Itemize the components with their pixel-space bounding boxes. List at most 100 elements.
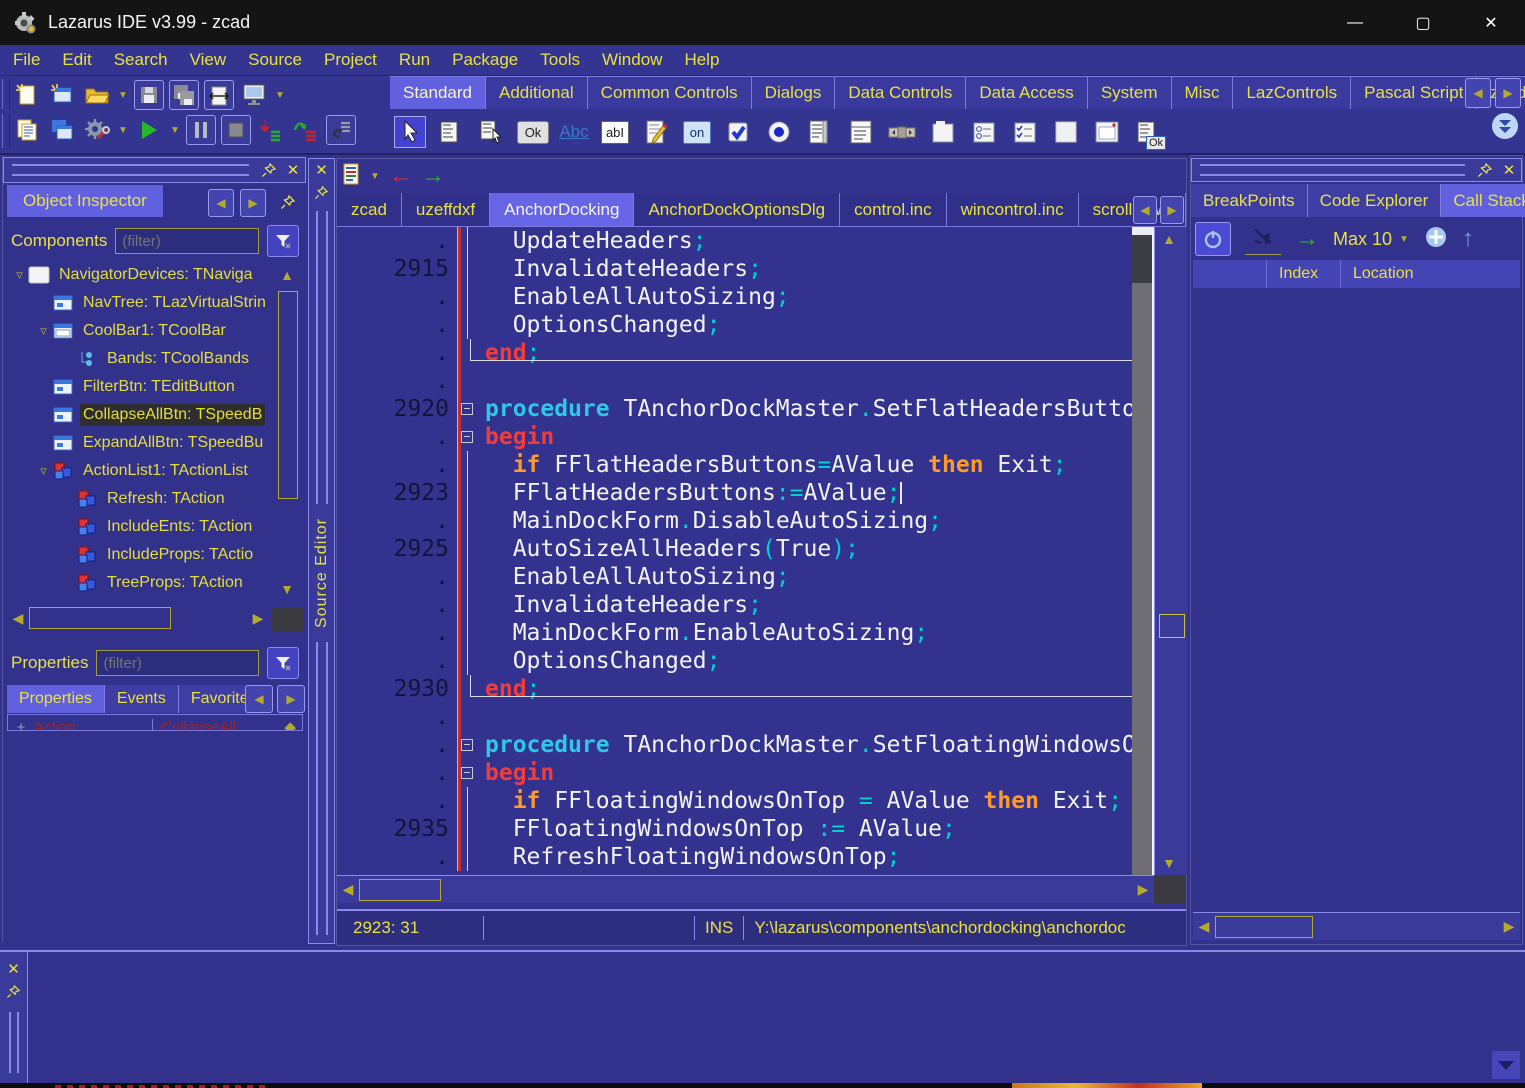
palette-tab[interactable]: System	[1088, 76, 1172, 109]
close-icon[interactable]: ✕	[310, 159, 334, 181]
code-line[interactable]: . OptionsChanged;	[337, 647, 1132, 675]
menu-item[interactable]: Project	[313, 45, 388, 75]
oi-forward-button[interactable]: ▶	[240, 189, 266, 217]
expand-icon[interactable]: ▿	[35, 323, 52, 339]
tree-item[interactable]: IncludeEnts: TAction	[5, 513, 304, 541]
debug-tab[interactable]: BreakPoints	[1191, 184, 1308, 217]
unit-list-icon[interactable]	[341, 162, 361, 191]
tactionlist-palette-button[interactable]: Ok	[1132, 116, 1164, 148]
toolbar-grip[interactable]	[2, 79, 10, 109]
code-line[interactable]: 2925 AutoSizeAllHeaders(True);	[337, 535, 1132, 563]
tpanel-palette-button[interactable]	[1050, 116, 1082, 148]
oi-back-button[interactable]: ◀	[208, 189, 234, 217]
close-icon[interactable]: ✕	[1497, 159, 1521, 181]
new-unit-button[interactable]	[12, 80, 42, 110]
pin-icon[interactable]	[257, 159, 281, 181]
bottom-panel-dock-header[interactable]: ✕	[0, 952, 28, 1083]
pin-icon[interactable]	[1473, 159, 1497, 181]
menu-item[interactable]: Tools	[529, 45, 591, 75]
tree-horizontal-scrollbar[interactable]: ◀ ▶	[7, 605, 269, 631]
menu-item[interactable]: View	[179, 45, 238, 75]
view-forms-button[interactable]	[47, 115, 77, 145]
cursor-palette-button[interactable]	[394, 116, 426, 148]
code-line[interactable]: . MainDockForm.EnableAutoSizing;	[337, 619, 1132, 647]
code-line[interactable]: . EnableAllAutoSizing;	[337, 563, 1132, 591]
up-arrow-icon[interactable]: ↑	[1462, 225, 1474, 253]
tabs-scroll-left-button[interactable]: ◀	[1133, 196, 1157, 224]
tree-item[interactable]: ▿ActionList1: TActionList	[5, 457, 304, 485]
step-over-button[interactable]	[291, 115, 321, 145]
properties-filter-input[interactable]	[96, 650, 259, 676]
code-line[interactable]: . RefreshFloatingWindowsOnTop;	[337, 843, 1132, 871]
close-icon[interactable]: ✕	[281, 159, 305, 181]
max-depth-dropdown[interactable]: Max 10 ▼	[1333, 229, 1410, 250]
code-line[interactable]: 2935 FFloatingWindowsOnTop := AValue;	[337, 815, 1132, 843]
show-frame-icon[interactable]: →	[1295, 225, 1319, 253]
code-line[interactable]: . EnableAllAutoSizing;	[337, 283, 1132, 311]
code-line[interactable]: 2930end;	[337, 675, 1132, 703]
tcheckbox-palette-button[interactable]	[722, 116, 754, 148]
tcheckgroup-palette-button[interactable]	[1009, 116, 1041, 148]
menu-item[interactable]: Help	[673, 45, 730, 75]
pin-icon[interactable]	[310, 181, 334, 203]
tgroupbox-palette-button[interactable]	[927, 116, 959, 148]
tedit-palette-button[interactable]: abI	[599, 116, 631, 148]
code-line[interactable]: .begin	[337, 423, 1132, 451]
palette-tab[interactable]: Additional	[486, 76, 588, 109]
code-line[interactable]: .procedure TAnchorDockMaster.SetFloating…	[337, 731, 1132, 759]
palette-tab[interactable]: Misc	[1172, 76, 1234, 109]
code-line[interactable]: 2920procedure TAnchorDockMaster.SetFlatH…	[337, 395, 1132, 423]
power-button[interactable]	[1195, 222, 1231, 256]
code-line[interactable]: .	[337, 367, 1132, 395]
tmemo-palette-button[interactable]	[640, 116, 672, 148]
new-form-button[interactable]	[47, 80, 77, 110]
close-button[interactable]: ✕	[1457, 0, 1525, 45]
palette-overflow-button[interactable]	[1492, 113, 1518, 139]
menu-item[interactable]: Search	[103, 45, 179, 75]
fold-collapse-icon[interactable]	[461, 767, 473, 779]
ttogglebox-palette-button[interactable]: on	[681, 116, 713, 148]
source-tab[interactable]: AnchorDockOptionsDlg	[634, 193, 840, 226]
editor-vertical-scrollbar[interactable]	[1132, 227, 1154, 875]
step-out-button[interactable]	[326, 115, 356, 145]
code-line[interactable]: . InvalidateHeaders;	[337, 591, 1132, 619]
debug-panel-dock-header[interactable]: ✕	[1191, 158, 1522, 182]
code-line[interactable]: . if FFloatingWindowsOnTop = AValue then…	[337, 787, 1132, 815]
dropdown-arrow-icon[interactable]: ▼	[169, 125, 181, 136]
palette-tab[interactable]: Pascal Script	[1351, 76, 1477, 109]
configure-build-button[interactable]	[82, 115, 112, 145]
toolbar-grip[interactable]	[2, 114, 10, 148]
properties-filter-button[interactable]	[267, 647, 299, 679]
tree-item[interactable]: ExpandAllBtn: TSpeedBu	[5, 429, 304, 457]
source-tab[interactable]: control.inc	[840, 193, 946, 226]
pin-icon[interactable]	[276, 191, 300, 213]
tpopupmenu-palette-button[interactable]	[476, 116, 508, 148]
tlabel-palette-button[interactable]: Abc	[558, 116, 590, 148]
components-filter-button[interactable]	[267, 225, 299, 257]
editor-horizontal-scrollbar[interactable]: ◀ ▶	[337, 875, 1154, 903]
tabs-scroll-right-button[interactable]: ▶	[1160, 196, 1184, 224]
view-units-button[interactable]	[12, 115, 42, 145]
debug-tab[interactable]: Code Explorer	[1308, 184, 1442, 217]
source-tab[interactable]: AnchorDocking	[490, 193, 634, 226]
tmainmenu-palette-button[interactable]	[435, 116, 467, 148]
open-button[interactable]	[82, 80, 112, 110]
palette-tab[interactable]: Data Controls	[835, 76, 966, 109]
pin-icon[interactable]	[2, 980, 26, 1002]
tree-item[interactable]: TreeProps: TAction	[5, 569, 304, 597]
tree-item[interactable]: Bands: TCoolBands	[5, 345, 304, 373]
palette-tab[interactable]: Common Controls	[588, 76, 752, 109]
unit-list-dropdown[interactable]: ▼	[369, 171, 381, 182]
property-grid[interactable]: + Action CollapseAll ◆	[7, 714, 303, 731]
oi-page-tab[interactable]: Events	[105, 685, 179, 713]
more-depth-button[interactable]	[1424, 225, 1448, 254]
outer-scroll-thumb[interactable]	[1159, 614, 1185, 638]
tree-item[interactable]: NavTree: TLazVirtualStrin	[5, 289, 304, 317]
code-line[interactable]: . UpdateHeaders;	[337, 227, 1132, 255]
close-icon[interactable]: ✕	[2, 958, 26, 980]
view-form-button[interactable]	[239, 80, 269, 110]
tscrollbar-palette-button[interactable]	[886, 116, 918, 148]
tframe-palette-button[interactable]	[1091, 116, 1123, 148]
back-arrow-icon[interactable]: ←	[389, 166, 413, 186]
jump-to-current-icon[interactable]	[1245, 223, 1281, 255]
